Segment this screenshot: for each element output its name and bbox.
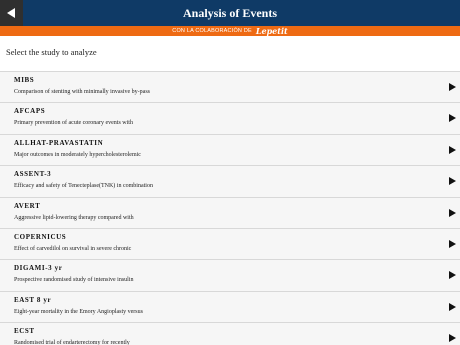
chevron-right-icon <box>449 114 456 123</box>
study-row[interactable]: ECST Randomised trial of endarterectomy f… <box>0 322 460 345</box>
chevron-right-icon <box>449 334 456 343</box>
study-name: ASSENT-3 <box>14 170 52 179</box>
select-prompt: Select the study to analyze <box>6 47 97 57</box>
study-name: COPERNICUS <box>14 232 67 241</box>
study-description: Efficacy and safety of Tenecteplase(TNK)… <box>14 183 153 190</box>
study-name: AVERT <box>14 201 41 210</box>
top-bar: Analysis of Events <box>0 0 460 26</box>
study-row[interactable]: ALLHAT-PRAVASTATIN Major outcomes in mode… <box>0 133 460 166</box>
sponsor-logo: Lepetit <box>255 26 288 36</box>
study-name: ECST <box>14 327 35 336</box>
chevron-right-icon <box>449 208 456 217</box>
study-row[interactable]: AVERT Aggressive lipid-lowering therapy c… <box>0 196 460 228</box>
chevron-right-icon <box>449 271 456 280</box>
study-description: Eight-year mortality in the Emory Angiop… <box>14 308 143 315</box>
study-list: MIBS Comparison of stenting with minimall… <box>0 71 460 345</box>
study-row[interactable]: EAST 8 yr Eight-year mortality in the Emo… <box>0 290 460 323</box>
study-name: DIGAMI-3 yr <box>14 264 63 273</box>
chevron-right-icon <box>449 177 456 186</box>
study-description: Comparison of stenting with minimally in… <box>14 89 150 95</box>
study-description: Primary prevention of acute coronary eve… <box>14 120 133 127</box>
study-name: MIBS <box>14 76 35 84</box>
chevron-right-icon <box>449 145 456 154</box>
study-row[interactable]: AFCAPS Primary prevention of acute corona… <box>0 102 460 134</box>
study-description: Prospective randomised study of intensiv… <box>14 277 134 284</box>
chevron-right-icon <box>449 302 456 311</box>
study-description: Effect of carvedilol on survival in seve… <box>14 245 132 252</box>
study-row[interactable]: ASSENT-3 Efficacy and safety of Tenectepl… <box>0 165 460 197</box>
study-name: ALLHAT-PRAVASTATIN <box>14 138 104 147</box>
study-name: EAST 8 yr <box>14 295 52 304</box>
page-title: Analysis of Events <box>182 6 277 20</box>
study-description: Randomised trial of endarterectomy for r… <box>14 340 130 345</box>
study-row[interactable]: DIGAMI-3 yr Prospective randomised study … <box>0 259 460 291</box>
sponsor-text: CON LA COLABORACIÓN DE <box>172 28 252 34</box>
sponsor-banner: CON LA COLABORACIÓN DE Lepetit <box>0 26 460 36</box>
study-row[interactable]: MIBS Comparison of stenting with minimall… <box>0 71 460 103</box>
chevron-right-icon <box>449 239 456 248</box>
study-description: Aggressive lipid-lowering therapy compar… <box>14 214 134 221</box>
study-description: Major outcomes in moderately hypercholes… <box>14 151 141 158</box>
study-row[interactable]: COPERNICUS Effect of carvedilol on surviv… <box>0 227 460 260</box>
chevron-right-icon <box>449 83 456 91</box>
study-name: AFCAPS <box>14 107 46 116</box>
